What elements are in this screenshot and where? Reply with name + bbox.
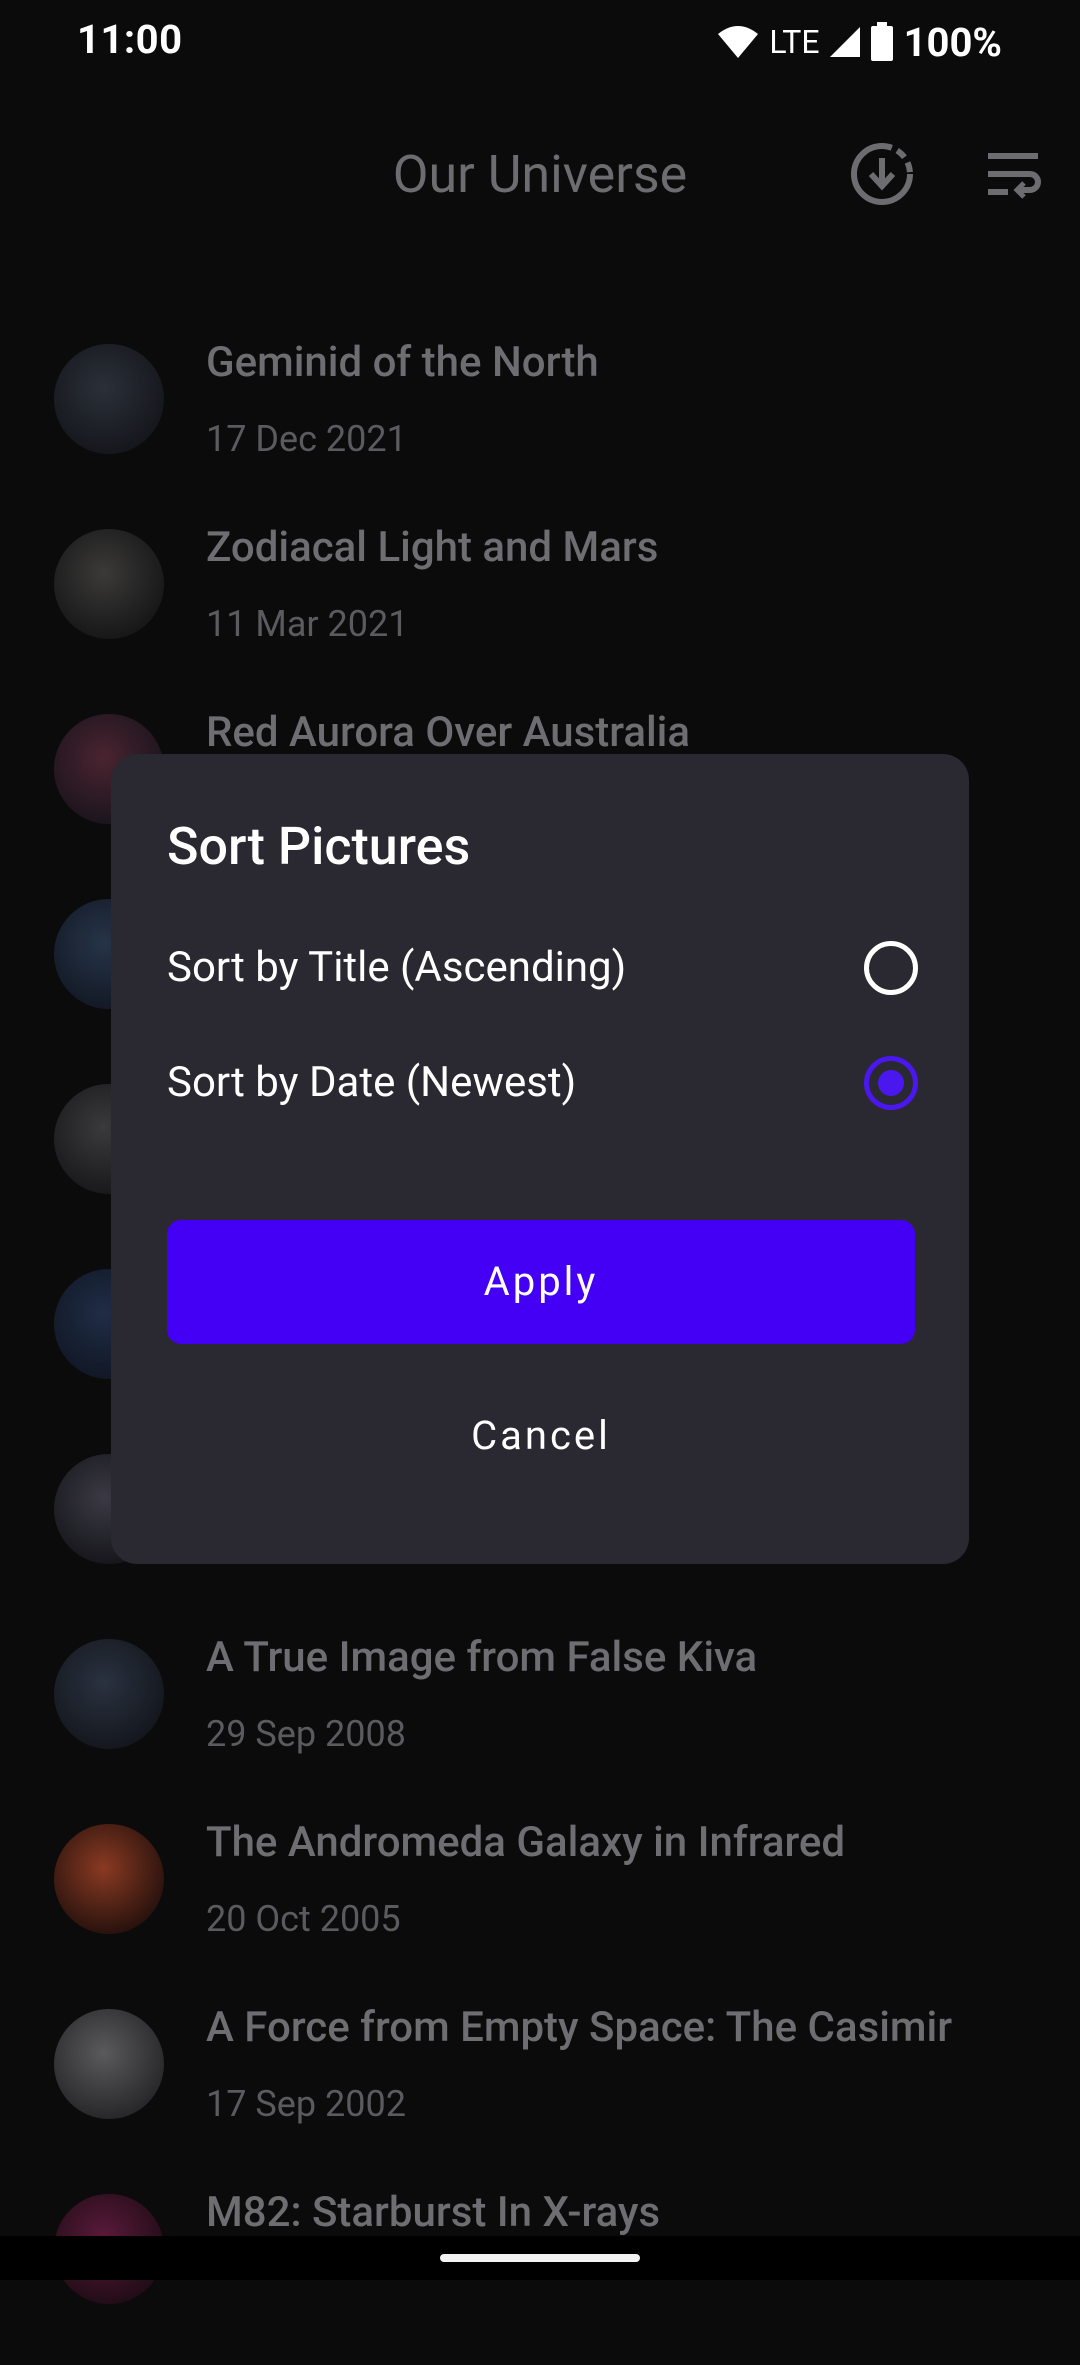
battery-percent: 100% [903,18,1002,66]
radio-button[interactable] [864,941,918,995]
download-icon[interactable] [846,138,918,210]
picture-thumbnail [54,344,164,454]
picture-thumbnail [54,1824,164,1934]
picture-date: 17 Dec 2021 [206,418,407,460]
picture-title: M82: Starburst In X-rays [206,2188,661,2237]
status-icons: LTE 100% [717,18,1002,66]
picture-date: 11 Mar 2021 [206,603,409,645]
picture-title: The Andromeda Galaxy in Infrared [206,1818,846,1867]
app-bar: Our Universe [0,120,1080,230]
apply-button[interactable]: Apply [167,1220,915,1344]
picture-title: Geminid of the North [206,338,599,387]
status-bar: 11:00 LTE 100% [0,0,1080,84]
sort-option-title[interactable]: Sort by Title (Ascending) [0,913,918,1023]
screen: 11:00 LTE 100% Our Universe Geminid of t… [0,0,1080,2304]
picture-list-item[interactable]: A Force from Empty Space: The Casimir 17 … [0,1995,1080,2180]
picture-title: Red Aurora Over Australia [206,708,691,757]
network-type-label: LTE [769,23,820,61]
sort-dialog: Sort Pictures Apply Cancel [111,754,969,1564]
sort-icon[interactable] [976,138,1048,210]
dialog-title: Sort Pictures [167,816,471,877]
picture-date: 20 Oct 2005 [206,1898,401,1940]
picture-title: Zodiacal Light and Mars [206,523,659,572]
picture-list-item[interactable]: The Andromeda Galaxy in Infrared 20 Oct 2… [0,1810,1080,1995]
picture-list-item[interactable]: A True Image from False Kiva 29 Sep 2008 [0,1625,1080,1810]
picture-thumbnail [54,1639,164,1749]
wifi-icon [718,26,759,58]
gesture-handle[interactable] [440,2254,640,2262]
radio-button[interactable] [864,1056,918,1110]
navigation-bar [0,2236,1080,2280]
page-title: Our Universe [392,144,688,205]
status-time: 11:00 [77,16,183,63]
picture-date: 29 Sep 2008 [206,1713,406,1755]
picture-thumbnail [54,529,164,639]
picture-list-item[interactable]: Geminid of the North 17 Dec 2021 [0,330,1080,515]
picture-thumbnail [54,2009,164,2119]
picture-list-item[interactable]: Zodiacal Light and Mars 11 Mar 2021 [0,515,1080,700]
picture-title: A Force from Empty Space: The Casimir [206,2003,953,2052]
picture-date: 17 Sep 2002 [206,2083,406,2125]
cell-signal-icon [829,27,860,57]
cancel-button[interactable]: Cancel [167,1374,915,1498]
picture-title: A True Image from False Kiva [206,1633,758,1682]
sort-option-label: Sort by Title (Ascending) [167,943,627,992]
battery-icon [870,22,893,61]
sort-option-label: Sort by Date (Newest) [167,1058,577,1107]
sort-option-date[interactable]: Sort by Date (Newest) [0,1028,918,1138]
